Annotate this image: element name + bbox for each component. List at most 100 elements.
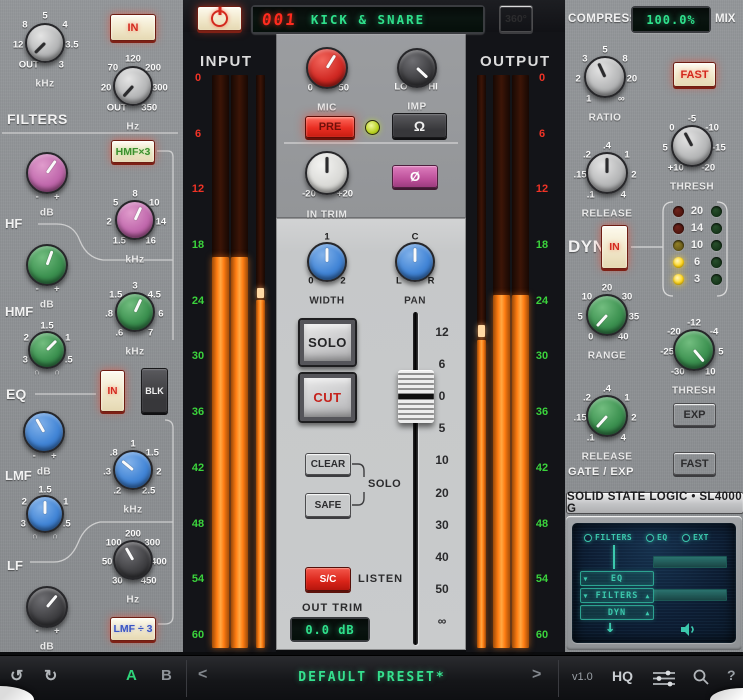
search-icon[interactable] bbox=[692, 668, 710, 686]
dyn-in-button[interactable]: IN bbox=[601, 225, 628, 269]
fader-scale-label: ∞ bbox=[437, 613, 447, 628]
ab-compare-b[interactable]: B bbox=[161, 667, 172, 684]
knob-tick-label: 1.5 bbox=[40, 320, 54, 332]
gr-led-label: 20 bbox=[690, 205, 704, 217]
meter-scale-label: 36 bbox=[535, 406, 549, 419]
undo-icon[interactable]: ↺ bbox=[10, 666, 23, 686]
power-button[interactable] bbox=[197, 6, 242, 31]
screen-module-part: FILTERS bbox=[595, 590, 639, 601]
meter-scale-label: 12 bbox=[535, 183, 549, 196]
meter-scale-label: 24 bbox=[191, 294, 205, 307]
sidechain-button[interactable]: S/C bbox=[305, 567, 351, 591]
solo-safe-button[interactable]: SAFE bbox=[305, 493, 351, 517]
cut-button[interactable]: CUT bbox=[298, 372, 357, 423]
meter-scale-label: 6 bbox=[538, 127, 546, 140]
knob-pointer bbox=[45, 339, 58, 352]
gr-led bbox=[711, 206, 722, 217]
screen-module-filters[interactable]: ▼ FILTERS ▲ bbox=[580, 588, 654, 603]
screen-module-dyn[interactable]: DYN ▲ bbox=[580, 605, 654, 620]
knob-caption: kHz bbox=[123, 504, 143, 516]
knob-caption: RANGE bbox=[587, 350, 627, 362]
settings-sliders-icon[interactable] bbox=[652, 670, 676, 687]
ab-compare-a[interactable]: A bbox=[126, 667, 137, 684]
gr-led bbox=[711, 274, 722, 285]
knob-caption: MIC bbox=[317, 102, 337, 114]
current-preset-name[interactable]: DEFAULT PRESET* bbox=[186, 670, 558, 685]
knob-tick-label: 350 bbox=[141, 102, 158, 114]
knob-caption: Hz bbox=[126, 594, 140, 606]
panel-divider-lines bbox=[2, 132, 178, 625]
knob-tick-label: 1.5 bbox=[38, 484, 52, 496]
knob-part bbox=[115, 200, 155, 240]
screen-radio-ext[interactable]: EXT bbox=[682, 533, 709, 542]
phase-button[interactable]: Ø bbox=[392, 165, 438, 188]
knob-tick-label: 3 bbox=[58, 59, 64, 71]
solo-clear-button[interactable]: CLEAR bbox=[305, 453, 351, 475]
knob-tick-label: + bbox=[50, 450, 57, 462]
knob-tick-label: 4 bbox=[62, 19, 68, 31]
comp-fast-button[interactable]: FAST bbox=[673, 62, 716, 87]
eq-in-button[interactable]: IN bbox=[100, 370, 125, 412]
filters-in-button[interactable]: IN bbox=[110, 14, 156, 41]
gate-exp-button[interactable]: EXP bbox=[673, 403, 716, 426]
knob-tick-label: 1 bbox=[586, 93, 592, 105]
knob-caption: kHz bbox=[125, 254, 145, 266]
gate-fast-button[interactable]: FAST bbox=[673, 452, 716, 475]
eq-blk-button[interactable]: BLK bbox=[141, 368, 168, 413]
solo-button[interactable]: SOLO bbox=[298, 318, 357, 367]
knob-tick-label: 1 bbox=[624, 149, 630, 161]
fader-scale-label: 6 bbox=[438, 357, 446, 372]
knob-tick-label: 2 bbox=[631, 169, 637, 181]
knob-part bbox=[671, 125, 713, 167]
meter-bar bbox=[477, 75, 486, 648]
solo-group-label: SOLO bbox=[368, 478, 402, 490]
meter-bar bbox=[493, 75, 510, 648]
hmf-section-label: HMF bbox=[5, 304, 34, 319]
help-button[interactable]: ? bbox=[727, 667, 736, 683]
knob-tick-label: 2 bbox=[340, 275, 346, 287]
toolbar-divider bbox=[558, 660, 559, 697]
out-trim-display[interactable]: 0.0 dB bbox=[290, 617, 370, 642]
knob-caption: IN TRIM bbox=[306, 209, 348, 221]
knob-pointer bbox=[121, 459, 134, 472]
next-preset-button[interactable]: > bbox=[532, 666, 541, 684]
screen-module-part: ▼ bbox=[583, 574, 589, 583]
impedance-ohm-button[interactable]: Ω bbox=[392, 113, 447, 138]
knob-part bbox=[26, 244, 68, 286]
fader-scale-label: 10 bbox=[435, 453, 449, 468]
hq-toggle[interactable]: HQ bbox=[612, 668, 633, 684]
routing-slot[interactable] bbox=[653, 589, 727, 601]
knob-pointer bbox=[325, 248, 329, 262]
knob-caption: dB bbox=[39, 641, 55, 653]
lmf-div3-button[interactable]: LMF ÷ 3 bbox=[110, 617, 156, 641]
hmf-x3-button[interactable]: HMF×3 bbox=[111, 140, 155, 163]
fader-handle[interactable] bbox=[398, 370, 434, 423]
preset-display[interactable]: 001 KICK & SNARE bbox=[251, 5, 485, 34]
mix-display[interactable]: 100.0% bbox=[631, 6, 711, 33]
knob-pointer bbox=[595, 414, 609, 429]
knob-caption: THRESH bbox=[671, 385, 717, 397]
knob-pointer bbox=[325, 54, 337, 69]
meter-scale-label: 60 bbox=[191, 628, 205, 641]
gr-led bbox=[673, 240, 684, 251]
routing-slot[interactable] bbox=[653, 556, 727, 568]
knob-tick-label: 1 bbox=[624, 392, 630, 404]
redo-icon[interactable]: ↻ bbox=[44, 666, 57, 686]
screen-radio-filters[interactable]: FILTERS bbox=[584, 533, 632, 542]
meter-scale-label: 0 bbox=[194, 72, 202, 84]
knob-tick-label: 8 bbox=[622, 53, 628, 65]
knob-caption: RELEASE bbox=[581, 208, 633, 220]
knob-part bbox=[23, 411, 65, 453]
knob-tick-label: 2 bbox=[631, 412, 637, 424]
radio-circle-icon bbox=[646, 533, 654, 542]
screen-radio-eq[interactable]: EQ bbox=[646, 533, 668, 542]
meter-scale-label: 12 bbox=[191, 183, 205, 196]
fader-scale-label: 40 bbox=[435, 549, 449, 564]
input-meter-title: INPUT bbox=[200, 53, 253, 70]
surround-360-button[interactable]: 360° bbox=[499, 5, 533, 32]
fader-track[interactable] bbox=[413, 312, 418, 645]
knob-tick-label: 200 bbox=[125, 528, 141, 540]
screen-module-eq[interactable]: ▼ EQ bbox=[580, 571, 654, 586]
knob-tick-label: .4 bbox=[603, 140, 611, 152]
pre-button[interactable]: PRE bbox=[305, 116, 355, 138]
